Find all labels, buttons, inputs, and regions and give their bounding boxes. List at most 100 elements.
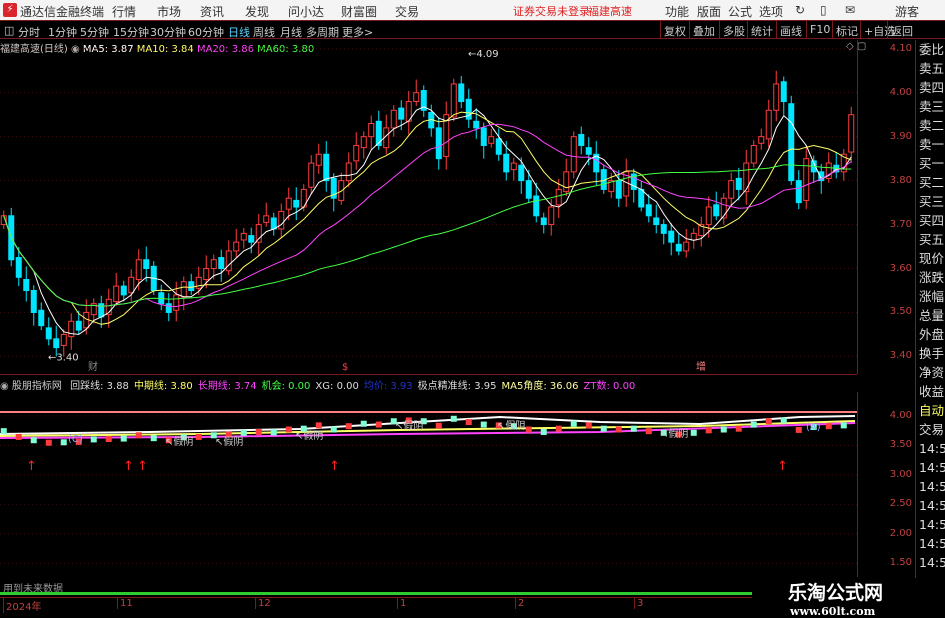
buy-arrow-icon: ↑ [26,459,37,474]
signal-box [270,429,277,436]
quote-label[interactable]: 自动 [916,401,945,420]
candle-body [713,204,720,217]
signal-box [195,433,202,440]
period-tab-5[interactable]: 60分钟 [188,24,224,40]
quote-label: 卖四 [919,80,945,95]
toolbar-button-1[interactable]: 叠加 [689,21,718,38]
indicator-annotation: ↖假阴 [660,427,688,440]
phone-icon[interactable]: ▯ [820,3,827,17]
candle-body [675,243,682,252]
menu-xuanxiang[interactable]: 选项 [759,3,783,20]
candle-body [30,290,37,313]
period-tab-0[interactable]: 分时 [18,24,40,40]
toolbar-button-5[interactable]: F10 [806,21,833,38]
quote-label: 涨幅 [919,289,945,304]
indicator-tick: 2.00 [889,527,912,539]
menu-shichang[interactable]: 市场 [157,3,181,20]
candle-body [165,303,172,313]
toolbar-button-3[interactable]: 统计 [747,21,776,38]
toggle-panel-icon[interactable]: ◫ [4,24,14,37]
candle-body [735,177,742,190]
login-status[interactable]: 证券交易未登录 [513,3,590,19]
menu-zixun[interactable]: 资讯 [200,3,224,20]
candle-body [540,217,547,226]
indicator-tick: 4.00 [889,409,912,421]
menu-banmian[interactable]: 版面 [697,3,721,20]
period-tab-10[interactable]: 更多> [342,24,373,40]
indicator-annotation: ↖假阴 [395,419,423,432]
quote-label: 卖三 [919,99,945,114]
price-tick: 3.90 [889,130,912,142]
date-label: 1 [397,598,406,609]
candle-body [683,241,690,252]
candle-body [450,83,457,118]
menu-faxian[interactable]: 发现 [245,3,269,20]
toolbar-button-0[interactable]: 复权 [660,21,689,38]
candle-body [743,162,750,193]
signal-box [120,435,127,442]
menu-gongshi[interactable]: 公式 [728,3,752,20]
candle-body [518,164,525,182]
quote-label: 换手 [919,346,945,361]
quote-label[interactable]: 交易 [916,420,945,439]
candle-body [308,162,315,188]
candle-body [285,197,292,210]
menu-wenxiaoda[interactable]: 问小达 [288,3,324,20]
signal-box [780,417,787,424]
candle-body [458,83,465,103]
candle-body [653,217,660,226]
candle-body [345,162,352,182]
toolbar-button-8[interactable]: 返回 [887,21,916,38]
date-label: 3 [634,598,643,609]
event-marker[interactable]: 财 [88,360,98,373]
mail-icon[interactable]: ✉ [845,3,855,17]
buy-arrow-icon: ↑ [777,459,788,474]
indicator-axis: 4.00 3.50 3.00 2.50 2.00 1.50 [857,392,915,577]
indicator-chart[interactable]: ↑ ↑ ↑ ↑ ↑(C) ↖假阴 ↖假阴↖假阴↖假阴 ↖假阴↖假阴(A) [0,392,857,577]
period-tab-2[interactable]: 5分钟 [80,24,109,40]
indicator-annotation: ↖假阴 [215,435,243,448]
period-tab-8[interactable]: 月线 [280,24,302,40]
menu-caifuquan[interactable]: 财富圈 [341,3,377,20]
event-marker[interactable]: $ [342,362,348,373]
signal-box [525,426,532,433]
period-tab-9[interactable]: 多周期 [306,24,339,40]
menu-gongneng[interactable]: 功能 [665,3,689,20]
low-label: ←3.40 [48,352,79,363]
signal-box [375,421,382,428]
candle-body [510,162,517,171]
period-tab-4[interactable]: 30分钟 [150,24,186,40]
toolbar-button-4[interactable]: 画线 [776,21,805,38]
signal-box [735,425,742,432]
indicator-value-4: XG: 0.00 [315,381,359,392]
candle-body [803,158,810,201]
indicator-value-7: MA5角度: 36.06 [501,381,579,392]
user-guest[interactable]: 游客 [895,3,919,20]
buy-arrow-icon: ↑ [123,459,134,474]
period-tab-3[interactable]: 15分钟 [113,24,149,40]
candle-body [780,81,787,103]
toolbar-button-6[interactable]: 标记 [832,21,861,38]
candle-body [188,281,195,291]
indicator-tick: 3.00 [889,468,912,480]
toolbar-button-2[interactable]: 多股 [719,21,748,38]
candle-body [143,259,150,270]
signal-box [465,419,472,426]
candle-body [263,215,270,223]
period-tab-7[interactable]: 周线 [253,24,275,40]
quote-label: 净资 [919,365,945,380]
event-marker[interactable]: 增 [696,360,706,373]
candlestick-chart[interactable]: ←4.09 ←3.40 财 $ 增 [0,40,857,374]
indicator-settings-icon[interactable]: ◉ [0,381,9,392]
candle-body [660,224,667,234]
indicator-tick: 1.50 [889,557,912,569]
quote-label: 14:56 [919,555,945,570]
refresh-icon[interactable]: ↻ [795,3,805,17]
period-tab-6[interactable]: 日线 [228,24,250,40]
menu-hangqing[interactable]: 行情 [112,3,136,20]
menu-jiaoyi[interactable]: 交易 [395,3,419,20]
indicator-value-0: 回踩线: 3.88 [70,381,129,392]
indicator-annotation: ↖假阴 [165,435,193,448]
period-tab-1[interactable]: 1分钟 [48,24,77,40]
progress-line [0,592,760,595]
